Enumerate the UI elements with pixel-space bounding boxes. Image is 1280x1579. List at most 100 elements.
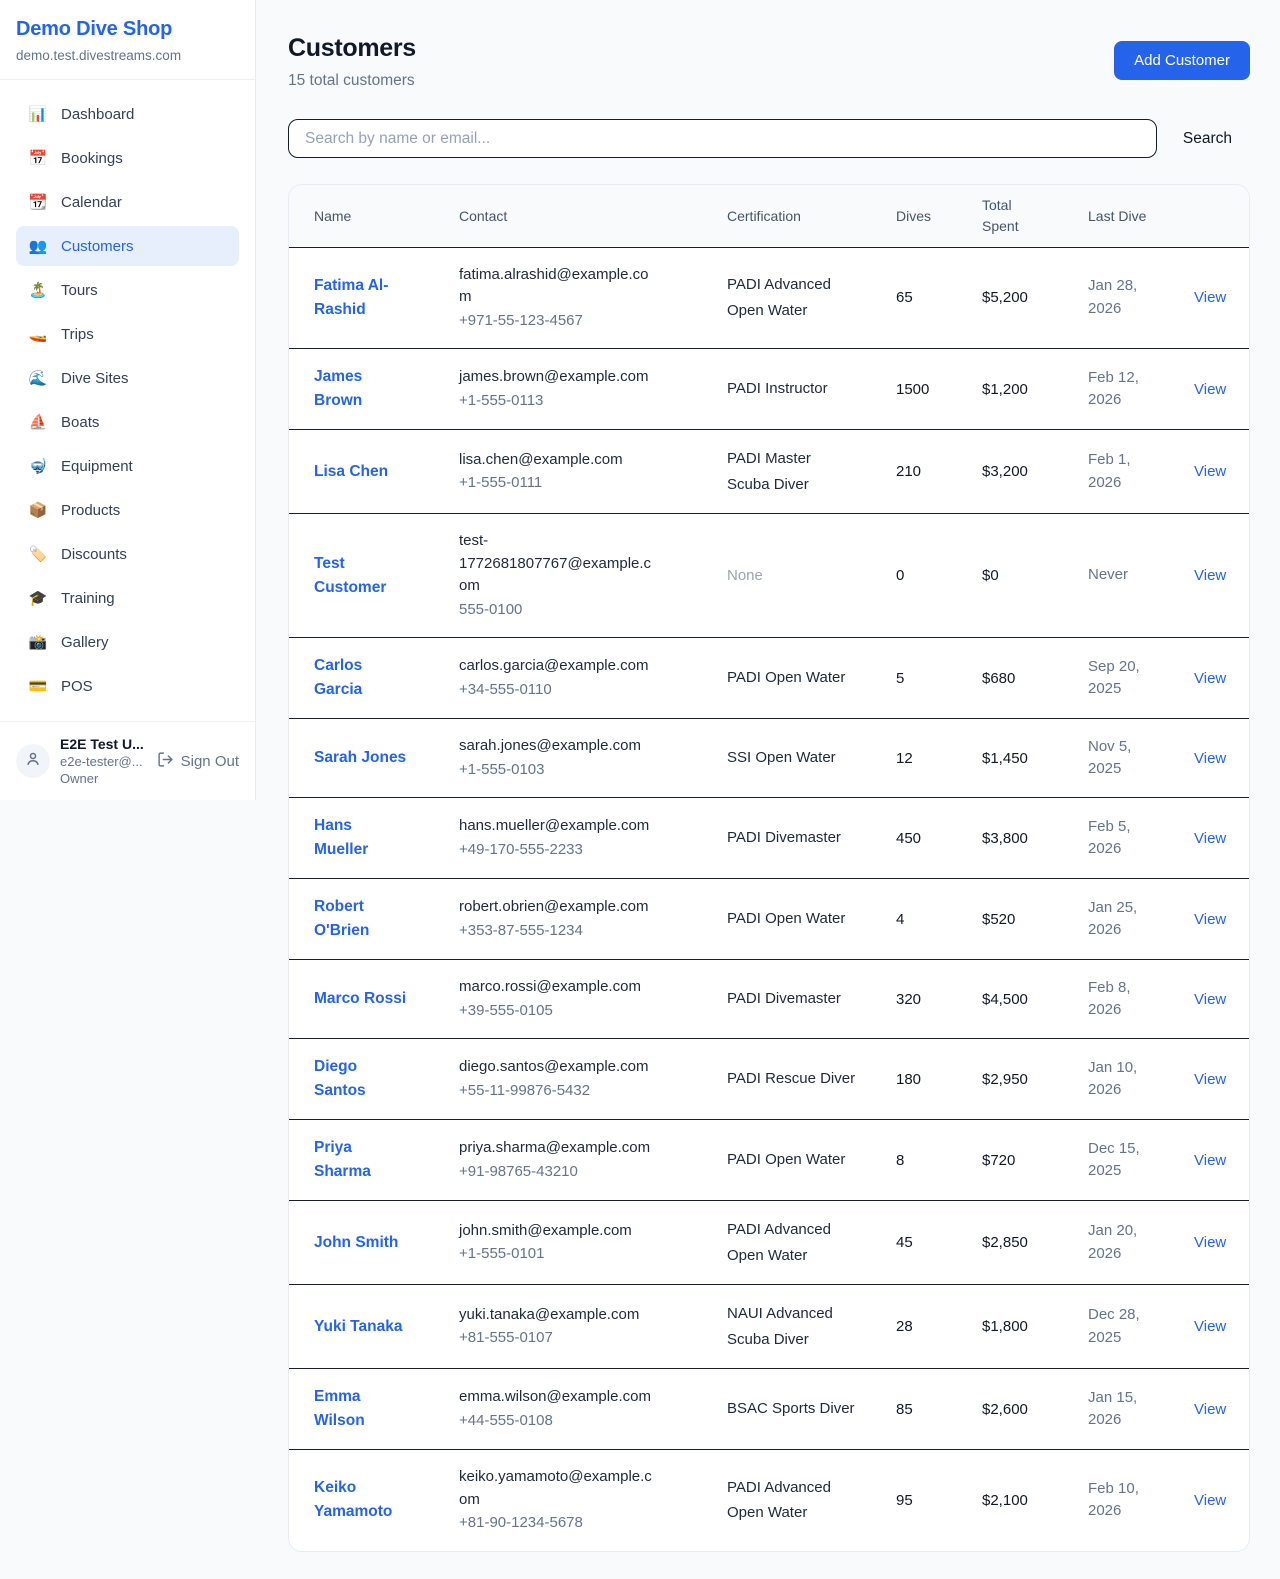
sidebar-item-training[interactable]: 🎓 Training (16, 578, 239, 618)
customer-name-link[interactable]: Test Customer (314, 552, 410, 600)
customer-phone: +971-55-123-4567 (459, 310, 707, 333)
table-header: Name Contact Certification Dives Total S… (289, 185, 1250, 247)
people-icon: 👥 (28, 239, 48, 254)
user-name: E2E Test U... (60, 736, 144, 752)
customer-name-link[interactable]: Marco Rossi (314, 987, 406, 1011)
customer-phone: 555-0100 (459, 599, 707, 622)
customer-name-link[interactable]: Emma Wilson (314, 1385, 410, 1433)
view-link[interactable]: View (1194, 1071, 1226, 1088)
table-row: Lisa Chen lisa.chen@example.com +1-555-0… (289, 430, 1250, 514)
view-link[interactable]: View (1194, 991, 1226, 1008)
view-link[interactable]: View (1194, 381, 1226, 398)
customer-name-link[interactable]: Hans Mueller (314, 814, 410, 862)
certification-cell: PADI Master Scuba Diver (727, 446, 856, 497)
customer-email: marco.rossi@example.com (459, 976, 659, 999)
sign-out-button[interactable]: Sign Out (157, 751, 239, 772)
dives-cell: 4 (896, 879, 982, 960)
customer-phone: +91-98765-43210 (459, 1161, 707, 1184)
dives-cell: 320 (896, 960, 982, 1039)
sidebar-item-discounts[interactable]: 🏷️ Discounts (16, 534, 239, 574)
view-link[interactable]: View (1194, 670, 1226, 687)
bar-chart-icon: 📊 (28, 107, 48, 122)
customer-phone: +55-11-99876-5432 (459, 1080, 707, 1103)
last-dive-cell: Jan 15, 2026 (1088, 1387, 1152, 1432)
customer-phone: +1-555-0103 (459, 759, 707, 782)
customer-name-link[interactable]: Keiko Yamamoto (314, 1476, 410, 1524)
view-link[interactable]: View (1194, 567, 1226, 584)
last-dive-cell: Jan 10, 2026 (1088, 1057, 1152, 1102)
certification-cell: PADI Open Water (727, 665, 856, 691)
last-dive-cell: Jan 28, 2026 (1088, 275, 1152, 320)
search-button[interactable]: Search (1183, 130, 1232, 148)
customer-name-link[interactable]: Diego Santos (314, 1055, 410, 1103)
sidebar-item-boats[interactable]: ⛵ Boats (16, 402, 239, 442)
total-spent-cell: $2,600 (982, 1369, 1088, 1450)
sign-out-label: Sign Out (181, 753, 239, 770)
view-link[interactable]: View (1194, 1152, 1226, 1169)
sidebar-item-gallery[interactable]: 📸 Gallery (16, 622, 239, 662)
dives-cell: 5 (896, 638, 982, 719)
view-link[interactable]: View (1194, 289, 1226, 306)
column-header-name: Name (289, 185, 459, 247)
column-header-dives: Dives (896, 185, 982, 247)
total-spent-cell: $2,100 (982, 1450, 1088, 1551)
search-input[interactable] (288, 119, 1157, 158)
certification-cell: PADI Open Water (727, 906, 856, 932)
view-link[interactable]: View (1194, 750, 1226, 767)
sidebar-item-label: POS (61, 678, 93, 695)
sidebar-item-tours[interactable]: 🏝️ Tours (16, 270, 239, 310)
customer-name-link[interactable]: John Smith (314, 1231, 398, 1255)
add-customer-button[interactable]: Add Customer (1114, 41, 1250, 80)
last-dive-cell: Sep 20, 2025 (1088, 656, 1152, 701)
view-link[interactable]: View (1194, 463, 1226, 480)
customer-email: test-1772681807767@example.com (459, 530, 659, 598)
sailboat-icon: ⛵ (28, 415, 48, 430)
table-row: Diego Santos diego.santos@example.com +5… (289, 1039, 1250, 1120)
total-spent-cell: $1,200 (982, 349, 1088, 430)
customer-name-link[interactable]: Yuki Tanaka (314, 1315, 402, 1339)
certification-cell: PADI Rescue Diver (727, 1066, 856, 1092)
tag-icon: 🏷️ (28, 547, 48, 562)
sidebar-item-equipment[interactable]: 🤿 Equipment (16, 446, 239, 486)
customer-email: lisa.chen@example.com (459, 449, 659, 472)
customer-name-link[interactable]: Robert O'Brien (314, 895, 410, 943)
brand-domain: demo.test.divestreams.com (16, 48, 239, 63)
certification-cell: PADI Advanced Open Water (727, 1217, 856, 1268)
customer-name-link[interactable]: James Brown (314, 365, 410, 413)
customer-name-link[interactable]: Priya Sharma (314, 1136, 410, 1184)
sidebar-item-customers[interactable]: 👥 Customers (16, 226, 239, 266)
sidebar-item-trips[interactable]: 🚤 Trips (16, 314, 239, 354)
view-link[interactable]: View (1194, 1401, 1226, 1418)
sidebar-item-label: Dive Sites (61, 370, 129, 387)
sidebar-item-bookings[interactable]: 📅 Bookings (16, 138, 239, 178)
view-link[interactable]: View (1194, 1492, 1226, 1509)
sidebar-item-pos[interactable]: 💳 POS (16, 666, 239, 706)
camera-flash-icon: 📸 (28, 635, 48, 650)
customer-phone: +34-555-0110 (459, 679, 707, 702)
customer-name-link[interactable]: Carlos Garcia (314, 654, 410, 702)
table-row: Yuki Tanaka yuki.tanaka@example.com +81-… (289, 1285, 1250, 1369)
speedboat-icon: 🚤 (28, 327, 48, 342)
customer-name-link[interactable]: Fatima Al-Rashid (314, 274, 410, 322)
customer-email: john.smith@example.com (459, 1220, 659, 1243)
page-header: Customers 15 total customers Add Custome… (288, 0, 1250, 90)
sidebar-item-calendar[interactable]: 📆 Calendar (16, 182, 239, 222)
view-link[interactable]: View (1194, 911, 1226, 928)
sidebar-item-dashboard[interactable]: 📊 Dashboard (16, 94, 239, 134)
view-link[interactable]: View (1194, 1234, 1226, 1251)
main-content: Customers 15 total customers Add Custome… (288, 0, 1250, 1579)
view-link[interactable]: View (1194, 1318, 1226, 1335)
dives-cell: 45 (896, 1201, 982, 1285)
user-email: e2e-tester@... (60, 754, 144, 769)
customer-name-link[interactable]: Lisa Chen (314, 460, 388, 484)
total-spent-cell: $1,800 (982, 1285, 1088, 1369)
column-header-actions (1194, 185, 1250, 247)
view-link[interactable]: View (1194, 830, 1226, 847)
sidebar-item-products[interactable]: 📦 Products (16, 490, 239, 530)
customer-name-link[interactable]: Sarah Jones (314, 746, 406, 770)
table-row: Carlos Garcia carlos.garcia@example.com … (289, 638, 1250, 719)
last-dive-cell: Nov 5, 2025 (1088, 736, 1152, 781)
sidebar-item-dive-sites[interactable]: 🌊 Dive Sites (16, 358, 239, 398)
table-row: Hans Mueller hans.mueller@example.com +4… (289, 798, 1250, 879)
table-row: Marco Rossi marco.rossi@example.com +39-… (289, 960, 1250, 1039)
